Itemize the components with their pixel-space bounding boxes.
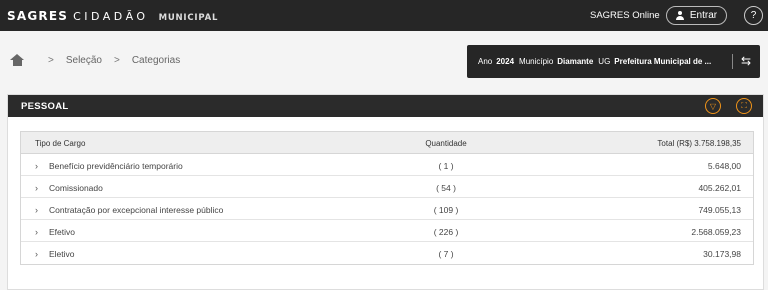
ug-value: Prefeitura Municipal de ... [614,57,712,66]
breadcrumb-separator: > [113,54,120,66]
help-button[interactable]: ? [744,6,763,25]
row-type: Benefício previdênciário temporário [49,161,183,171]
row-total: 2.568.059,23 [691,227,741,237]
year-label: Ano [478,57,493,66]
column-header-tipo[interactable]: Tipo de Cargo [35,139,85,148]
panel-title: PESSOAL [21,101,69,112]
login-label: Entrar [689,10,718,21]
logo-tag: MUNICIPAL [158,13,219,23]
row-type: Comissionado [49,183,103,193]
municipality-value: Diamante [557,57,594,66]
row-quantity: ( 54 ) [436,183,456,193]
cargo-table: Tipo de Cargo Quantidade Total (R$) 3.75… [20,131,754,265]
table-header: Tipo de Cargo Quantidade Total (R$) 3.75… [21,132,753,154]
row-type: Efetivo [49,227,75,237]
table-row[interactable]: › Efetivo ( 226 ) 2.568.059,23 [21,220,753,242]
row-type: Eletivo [49,249,75,259]
column-header-total[interactable]: Total (R$) 3.758.198,35 [657,139,741,148]
home-icon[interactable] [10,54,24,66]
chevron-right-icon[interactable]: › [35,227,38,237]
filter-summary[interactable]: Ano 2024 Município Diamante UG Prefeitur… [467,45,760,78]
breadcrumb-item-selecao[interactable]: Seleção [66,55,102,66]
row-total: 405.262,01 [698,183,741,193]
pessoal-panel: PESSOAL ▽ ⛶ Tipo de Cargo Quantidade Tot… [7,94,764,290]
table-row[interactable]: › Benefício previdênciário temporário ( … [21,154,753,176]
row-quantity: ( 7 ) [438,249,454,259]
table-row[interactable]: › Comissionado ( 54 ) 405.262,01 [21,176,753,198]
logo-text: SAGRES [7,9,69,23]
chevron-right-icon[interactable]: › [35,161,38,171]
year-value: 2024 [496,57,515,66]
chevron-right-icon[interactable]: › [35,183,38,193]
sagres-logo[interactable]: SAGRES CIDADÃO MUNICIPAL [7,9,218,23]
filter-divider [732,54,733,69]
table-row[interactable]: › Contratação por excepcional interesse … [21,198,753,220]
fullscreen-icon[interactable]: ⛶ [736,98,752,114]
row-quantity: ( 1 ) [438,161,454,171]
table-row[interactable]: › Eletivo ( 7 ) 30.173,98 [21,242,753,264]
ug-label: UG [598,57,611,66]
row-total: 749.055,13 [698,205,741,215]
municipality-label: Município [519,57,554,66]
chevron-right-icon[interactable]: › [35,249,38,259]
column-header-quantidade[interactable]: Quantidade [391,139,501,148]
sagres-online-link[interactable]: SAGRES Online [590,10,660,21]
row-type: Contratação por excepcional interesse pú… [49,205,224,215]
breadcrumb-separator: > [48,54,54,66]
logo-subtitle: CIDADÃO [73,10,149,23]
filter-icon[interactable]: ▽ [705,98,721,114]
row-quantity: ( 226 ) [433,227,459,237]
row-total: 5.648,00 [707,161,741,171]
panel-header: PESSOAL ▽ ⛶ [8,95,763,117]
row-total: 30.173,98 [703,249,741,259]
user-icon [676,11,685,20]
top-navbar: SAGRES CIDADÃO MUNICIPAL SAGRES Online Ent… [0,0,768,31]
chevron-right-icon[interactable]: › [35,205,38,215]
row-quantity: ( 109 ) [433,205,459,215]
breadcrumb: > Seleção > Categorias [10,54,180,66]
swap-icon[interactable]: ⇆ [739,53,753,69]
breadcrumb-item-categorias: Categorias [131,54,181,66]
login-button[interactable]: Entrar [666,6,727,25]
